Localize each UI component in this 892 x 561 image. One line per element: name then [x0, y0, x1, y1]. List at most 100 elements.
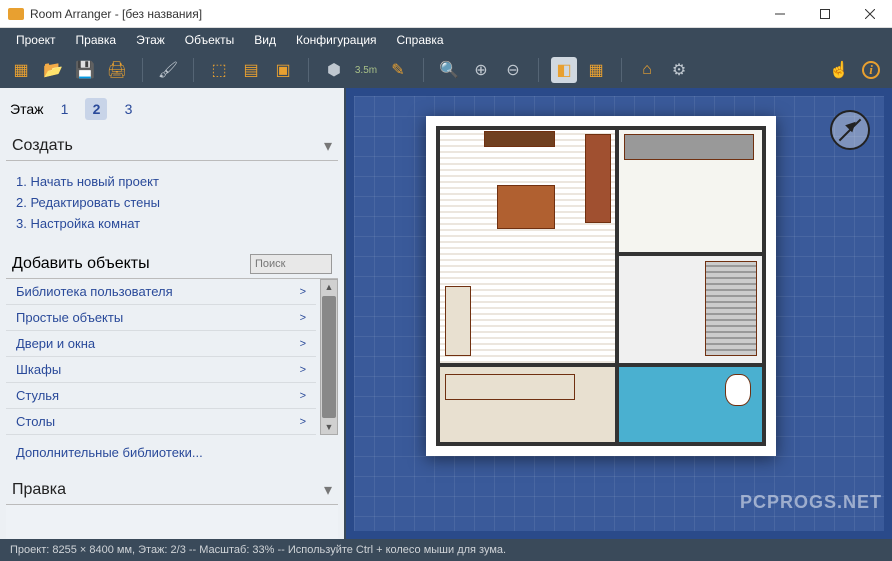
add-objects-section: Добавить объекты Библиотека пользователя… [6, 250, 338, 470]
status-text: Проект: 8255 × 8400 мм, Этаж: 2/3 -- Мас… [10, 544, 506, 556]
pencil-button[interactable]: ✎ [385, 57, 411, 83]
menu-help[interactable]: Справка [387, 30, 454, 50]
settings-button[interactable]: ⚙ [666, 57, 692, 83]
titlebar: Room Arranger - [без названия] [0, 0, 892, 28]
wall2-button[interactable]: ▤ [238, 57, 264, 83]
measure-button[interactable]: 3.5m [353, 57, 379, 83]
furniture-sofa[interactable] [445, 286, 471, 356]
edit-title: Правка [12, 481, 66, 499]
toolbar: ▦ 📂 💾 🖨 🖌 ⬚ ▤ ▣ ⬢ 3.5m ✎ 🔍 ⊕ ⊖ ◧ ▦ ⌂ ⚙ ☝… [0, 52, 892, 88]
toolbar-separator [423, 58, 424, 82]
house-button[interactable]: ⌂ [634, 57, 660, 83]
furniture-sofa-long[interactable] [445, 374, 575, 399]
wall-button[interactable]: ⬚ [206, 57, 232, 83]
zoom-out-button[interactable]: ⊖ [500, 57, 526, 83]
chevron-down-icon[interactable]: ▾ [324, 136, 332, 156]
cat-doors-windows[interactable]: Двери и окна> [6, 331, 316, 357]
menu-config[interactable]: Конфигурация [286, 30, 387, 50]
new-button[interactable]: ▦ [8, 57, 34, 83]
bricks-icon: ▤ [243, 60, 258, 80]
zoom-in-button[interactable]: ⊕ [468, 57, 494, 83]
open-button[interactable]: 📂 [40, 57, 66, 83]
floor-3-button[interactable]: 3 [117, 98, 139, 120]
menu-objects[interactable]: Объекты [175, 30, 245, 50]
app-icon [8, 8, 24, 20]
furniture-shelf[interactable] [585, 134, 611, 222]
cat-simple-objects[interactable]: Простые объекты> [6, 305, 316, 331]
furniture-dining-table[interactable] [497, 185, 556, 229]
compass-icon[interactable] [830, 110, 870, 150]
menu-view[interactable]: Вид [244, 30, 286, 50]
maximize-icon [820, 9, 830, 19]
canvas-viewport[interactable]: PCPROGS.NET [346, 88, 892, 539]
toolbar-separator [621, 58, 622, 82]
floor-selector: Этаж 1 2 3 [6, 92, 338, 126]
close-icon [865, 9, 875, 19]
minimize-icon [775, 9, 785, 19]
print-button[interactable]: 🖨 [104, 57, 130, 83]
create-header[interactable]: Создать ▾ [6, 132, 338, 161]
extra-libraries-link[interactable]: Дополнительные библиотеки... [6, 435, 338, 470]
folder-open-icon: 📂 [43, 60, 63, 80]
brush-button[interactable]: 🖌 [155, 57, 181, 83]
maximize-button[interactable] [802, 0, 847, 27]
category-list: Библиотека пользователя> Простые объекты… [6, 279, 316, 435]
pencil-icon: ✎ [391, 60, 404, 80]
menubar: Проект Правка Этаж Объекты Вид Конфигура… [0, 28, 892, 52]
chevron-right-icon: > [300, 364, 306, 376]
category-scrollbar[interactable]: ▲ ▼ [320, 279, 338, 435]
step-new-project[interactable]: 1. Начать новый проект [16, 171, 328, 192]
search-input[interactable] [250, 254, 332, 274]
cat-cabinets[interactable]: Шкафы> [6, 357, 316, 383]
create-section: Создать ▾ 1. Начать новый проект 2. Реда… [6, 132, 338, 244]
edit-section: Правка ▾ [6, 476, 338, 539]
wall-icon: ⬚ [211, 60, 226, 80]
view3d-button[interactable]: ◧ [551, 57, 577, 83]
cat-tables[interactable]: Столы> [6, 409, 316, 435]
room-icon: ▣ [275, 60, 290, 80]
furniture-tv-unit[interactable] [484, 131, 556, 147]
chevron-down-icon[interactable]: ▾ [324, 480, 332, 500]
step-room-setup[interactable]: 3. Настройка комнат [16, 213, 328, 234]
cube3d-icon: ◧ [556, 60, 571, 80]
chevron-right-icon: > [300, 338, 306, 350]
chevron-right-icon: > [300, 286, 306, 298]
zoom-button[interactable]: 🔍 [436, 57, 462, 83]
hand-button[interactable]: ☝ [826, 57, 852, 83]
close-button[interactable] [847, 0, 892, 27]
furniture-stairs[interactable] [705, 261, 757, 356]
furniture-toilet[interactable] [725, 374, 751, 406]
new-icon: ▦ [13, 60, 28, 80]
info-icon: i [862, 61, 880, 79]
floor-2-button[interactable]: 2 [85, 98, 107, 120]
add-objects-title: Добавить объекты [12, 255, 150, 273]
step-edit-walls[interactable]: 2. Редактировать стены [16, 192, 328, 213]
edit-header[interactable]: Правка ▾ [6, 476, 338, 505]
floor-1-button[interactable]: 1 [53, 98, 75, 120]
cat-chairs[interactable]: Стулья> [6, 383, 316, 409]
menu-edit[interactable]: Правка [66, 30, 127, 50]
floor-plan[interactable] [426, 116, 776, 456]
menu-project[interactable]: Проект [6, 30, 66, 50]
content-area: Этаж 1 2 3 Создать ▾ 1. Начать новый про… [0, 88, 892, 539]
window-controls [757, 0, 892, 27]
create-title: Создать [12, 137, 73, 155]
scroll-up-icon[interactable]: ▲ [323, 280, 336, 294]
chevron-right-icon: > [300, 312, 306, 324]
object-button[interactable]: ⬢ [321, 57, 347, 83]
save-button[interactable]: 💾 [72, 57, 98, 83]
room-button[interactable]: ▣ [270, 57, 296, 83]
info-button[interactable]: i [858, 57, 884, 83]
cat-user-library[interactable]: Библиотека пользователя> [6, 279, 316, 305]
scroll-thumb[interactable] [322, 296, 336, 418]
floor-label: Этаж [10, 101, 43, 117]
zoom-in-icon: ⊕ [474, 60, 487, 80]
furniture-counter[interactable] [624, 134, 754, 159]
menu-floor[interactable]: Этаж [126, 30, 175, 50]
print-icon: 🖨 [107, 60, 127, 80]
plan-outline [436, 126, 766, 446]
scroll-down-icon[interactable]: ▼ [323, 420, 336, 434]
sidebar: Этаж 1 2 3 Создать ▾ 1. Начать новый про… [0, 88, 346, 539]
walk-button[interactable]: ▦ [583, 57, 609, 83]
minimize-button[interactable] [757, 0, 802, 27]
